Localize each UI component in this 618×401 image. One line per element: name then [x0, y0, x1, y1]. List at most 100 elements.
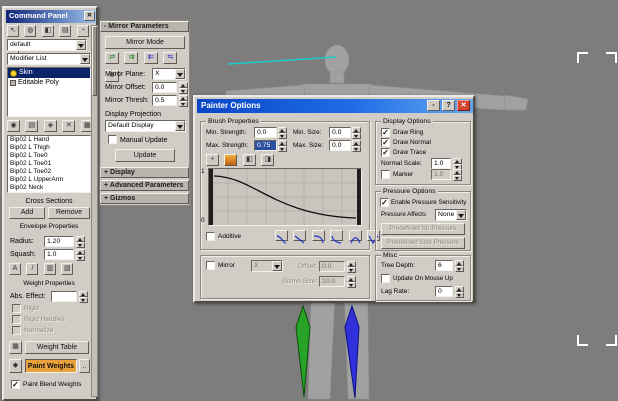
- max-size-field[interactable]: 0.0: [329, 140, 351, 151]
- weight-tool-icon[interactable]: ▦: [9, 341, 22, 354]
- falloff-preset-slow-icon[interactable]: [311, 230, 325, 244]
- remove-cross-section-button[interactable]: Remove: [48, 207, 90, 219]
- min-size-field[interactable]: 0.0: [329, 127, 351, 138]
- min-strength-spinner[interactable]: [278, 127, 287, 139]
- mirror-offset-spinner[interactable]: [347, 261, 356, 273]
- mirror-thresh-spinner[interactable]: [179, 95, 188, 107]
- tree-depth-spinner[interactable]: [455, 260, 464, 272]
- curve-right-handle[interactable]: [357, 169, 361, 225]
- enable-pressure-checkbox[interactable]: ✓: [380, 198, 389, 207]
- advanced-parameters-rollout-header[interactable]: + Advanced Parameters: [100, 180, 189, 191]
- paste-blue-to-green-icon[interactable]: ⇇: [143, 52, 158, 64]
- curve-left-handle[interactable]: [209, 169, 213, 225]
- absolute-effect-icon[interactable]: A: [9, 263, 21, 275]
- rigid-handles-checkbox[interactable]: [12, 315, 21, 324]
- bulb-icon[interactable]: [10, 69, 17, 77]
- gizmo-size-spinner[interactable]: [347, 276, 356, 288]
- max-strength-spinner[interactable]: [278, 140, 287, 152]
- pin-stack-icon[interactable]: ◉: [7, 120, 20, 132]
- mirror-paste-icon[interactable]: ⇄: [105, 52, 119, 64]
- tree-depth-field[interactable]: 6: [435, 260, 453, 271]
- predefined-str-pressure-button[interactable]: Predefined Str Pressure: [381, 223, 465, 235]
- abs-effect-spinner[interactable]: [79, 291, 88, 303]
- marker-field[interactable]: 1.0: [431, 169, 451, 180]
- crosshair-icon[interactable]: +: [206, 154, 219, 166]
- squash-spinner[interactable]: [76, 249, 85, 261]
- paste-green-to-blue-icon[interactable]: ⇉: [124, 52, 139, 64]
- modify-tab-icon[interactable]: ◍: [24, 25, 37, 37]
- mirror-verts-icon[interactable]: ⇆: [163, 52, 178, 64]
- mirror-mode-button[interactable]: Mirror Mode: [105, 36, 185, 49]
- lag-rate-spinner[interactable]: [455, 286, 464, 298]
- mirror-axis-dropdown[interactable]: X: [251, 260, 283, 272]
- scrollbar-thumb[interactable]: [92, 26, 97, 96]
- painter-options-titlebar[interactable]: Painter Options - ? ✕: [197, 99, 473, 113]
- display-projection-dropdown[interactable]: Default Display: [105, 120, 186, 132]
- marker-spinner[interactable]: [453, 169, 462, 181]
- close-icon[interactable]: ✕: [84, 11, 95, 21]
- normalize-checkbox[interactable]: [12, 326, 21, 335]
- min-size-spinner[interactable]: [352, 127, 361, 139]
- falloff-icon[interactable]: /: [26, 263, 39, 275]
- draw-trace-checkbox[interactable]: ✓: [381, 148, 390, 157]
- bone-list-item[interactable]: Bip02 L Toe0: [8, 152, 90, 160]
- command-panel-scrollbar[interactable]: [91, 25, 98, 397]
- motion-tab-icon[interactable]: ▤: [59, 25, 72, 37]
- radius-field[interactable]: 1.20: [44, 236, 74, 247]
- draw-normal-checkbox[interactable]: ✓: [381, 138, 390, 147]
- falloff-preset-fast-icon[interactable]: [330, 230, 344, 244]
- mirror-plane-dropdown[interactable]: X: [152, 68, 186, 80]
- add-cross-section-button[interactable]: Add: [9, 207, 45, 219]
- create-tab-icon[interactable]: ↖: [7, 25, 19, 37]
- bone-list-item[interactable]: Bip02 L Toe01: [8, 160, 90, 168]
- bone-list-item[interactable]: Bip02 L Toe02: [8, 168, 90, 176]
- paint-blend-weights-checkbox[interactable]: ✓: [11, 380, 20, 389]
- falloff-curve-graph[interactable]: [208, 168, 362, 226]
- marker-checkbox[interactable]: [381, 170, 390, 179]
- display-rollout-header[interactable]: + Display: [100, 167, 189, 178]
- paint-weights-button[interactable]: Paint Weights: [25, 359, 77, 373]
- remove-modifier-icon[interactable]: ✕: [62, 120, 76, 132]
- mirror-offset-field[interactable]: 0.0: [152, 82, 177, 93]
- modifier-list-dropdown[interactable]: Modifier List: [7, 53, 91, 65]
- make-unique-icon[interactable]: ◈: [43, 120, 57, 132]
- squash-field[interactable]: 1.0: [44, 249, 74, 260]
- brush-options-icon[interactable]: ◨: [261, 154, 275, 166]
- hierarchy-tab-icon[interactable]: ◧: [41, 25, 54, 37]
- falloff-gradient-icon[interactable]: [224, 154, 238, 166]
- paste-envelope-icon[interactable]: ▧: [61, 263, 74, 275]
- pressure-affects-dropdown[interactable]: None: [435, 209, 467, 221]
- bones-list[interactable]: Bip02 L Hand Bip02 L Thigh Bip02 L Toe0 …: [7, 135, 91, 193]
- minimize-icon[interactable]: -: [427, 100, 440, 111]
- copy-envelope-icon[interactable]: ▥: [43, 263, 56, 275]
- additive-checkbox[interactable]: [206, 232, 215, 241]
- mirror-checkbox[interactable]: [206, 261, 215, 270]
- mirror-offset-spinner[interactable]: [179, 82, 188, 94]
- update-on-mouse-up-checkbox[interactable]: [381, 274, 390, 283]
- paint-options-button[interactable]: ..: [79, 359, 90, 373]
- manual-update-checkbox[interactable]: [108, 135, 117, 144]
- bone-list-item[interactable]: Bip02 Neck: [8, 184, 90, 192]
- paint-tool-icon[interactable]: ◆: [9, 359, 22, 373]
- max-strength-field[interactable]: 0.75: [254, 140, 277, 151]
- command-panel-titlebar[interactable]: Command Panel ✕: [6, 10, 96, 23]
- stack-item-skin[interactable]: Skin: [8, 68, 90, 78]
- radius-spinner[interactable]: [76, 236, 85, 248]
- close-icon[interactable]: ✕: [457, 100, 470, 111]
- abs-effect-field[interactable]: [51, 291, 77, 302]
- object-name-dropdown[interactable]: default: [7, 39, 87, 51]
- min-strength-field[interactable]: 0.0: [254, 127, 277, 138]
- stack-item-editable-poly[interactable]: Editable Poly: [8, 78, 90, 88]
- show-end-result-icon[interactable]: ▤: [25, 120, 39, 132]
- gizmos-rollout-header[interactable]: + Gizmos: [100, 193, 189, 204]
- display-tab-icon[interactable]: ◔: [76, 25, 89, 37]
- mirror-offset-field[interactable]: 0.0: [319, 261, 345, 272]
- falloff-preset-dome-icon[interactable]: [348, 230, 362, 244]
- update-button[interactable]: Update: [115, 149, 175, 162]
- max-size-spinner[interactable]: [352, 140, 361, 152]
- bone-list-item[interactable]: Bip02 L Hand: [8, 136, 90, 144]
- rigid-checkbox[interactable]: [12, 304, 21, 313]
- bone-list-item[interactable]: Bip02 L UpperArm: [8, 176, 90, 184]
- help-icon[interactable]: ?: [442, 100, 455, 111]
- falloff-preset-smooth-icon[interactable]: [275, 230, 288, 244]
